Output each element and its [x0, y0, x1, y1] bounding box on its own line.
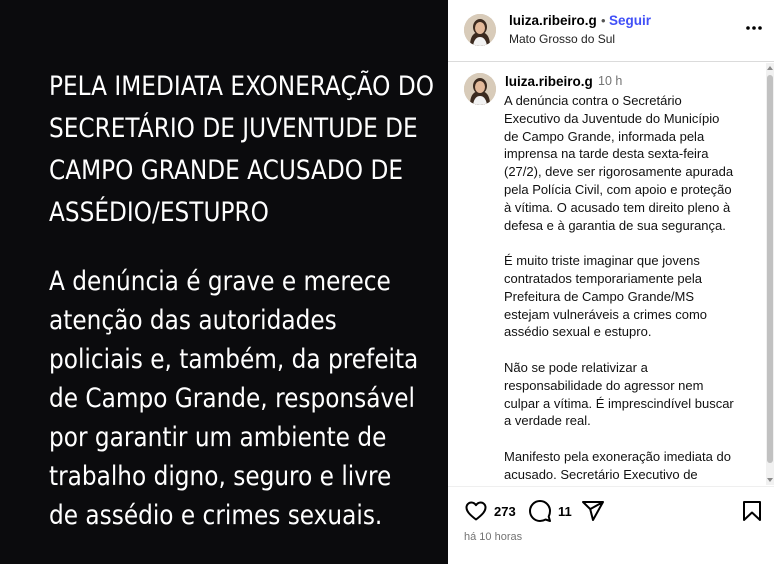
- body-line: por garantir um ambiente de: [49, 422, 387, 453]
- headline-line: CAMPO GRANDE ACUSADO DE: [49, 155, 403, 186]
- caption-text: A denúncia contra o Secretário Executivo…: [504, 92, 754, 485]
- header-username[interactable]: luiza.ribeiro.g: [509, 13, 597, 28]
- caption-line: pela Polícia Civil, com apoio e proteção: [504, 181, 732, 197]
- image-body-text: A denúncia é grave e merece atenção das …: [49, 262, 419, 535]
- share-icon[interactable]: [581, 499, 605, 523]
- post-time-ago[interactable]: há 10 horas: [464, 531, 522, 543]
- caption-line: responsabilidade do agressor nem: [504, 377, 704, 393]
- save-button[interactable]: [740, 499, 764, 528]
- caption-paragraph: Não se pode relativizar a responsabilida…: [504, 359, 754, 430]
- caption-line: culpar a vítima. É imprescindível buscar: [504, 395, 734, 411]
- headline-line: SECRETÁRIO DE JUVENTUDE DE: [49, 113, 418, 144]
- bookmark-icon[interactable]: [740, 499, 764, 523]
- caption-username[interactable]: luiza.ribeiro.g: [505, 74, 593, 89]
- headline-line: PELA IMEDIATA EXONERAÇÃO DO: [49, 71, 435, 102]
- body-line: trabalho digno, seguro e livre: [49, 461, 392, 492]
- caption-scrollbar[interactable]: [766, 63, 774, 485]
- caption-line: Prefeitura de Campo Grande/MS: [504, 288, 695, 304]
- caption-line: imprensa na tarde desta sexta-feira: [504, 146, 709, 162]
- comment-icon[interactable]: [528, 499, 552, 523]
- caption-line: É muito triste imaginar que jovens: [504, 253, 700, 269]
- body-line: de assédio e crimes sexuais.: [49, 500, 383, 531]
- caption-time[interactable]: 10 h: [598, 74, 622, 88]
- comment-button[interactable]: 11: [528, 499, 572, 523]
- heart-icon[interactable]: [464, 499, 488, 523]
- caption-line: acusado. Secretário Executivo de: [504, 466, 698, 482]
- avatar[interactable]: [464, 73, 496, 105]
- body-line: policiais e, também, da prefeita: [49, 344, 419, 375]
- body-line: A denúncia é grave e merece: [49, 266, 391, 297]
- caption-line: estejam vulneráveis a crimes como: [504, 306, 708, 322]
- caption-line: (27/2), deve ser rigorosamente apurada: [504, 164, 734, 180]
- post-image[interactable]: PELA IMEDIATA EXONERAÇÃO DO SECRETÁRIO D…: [0, 0, 448, 564]
- post-sidebar: luiza.ribeiro.g • Seguir Mato Grosso do …: [448, 0, 774, 564]
- caption-line: assédio sexual e estupro.: [504, 324, 652, 340]
- action-bar: 273 11 há 10 horas: [448, 486, 774, 564]
- body-line: de Campo Grande, responsável: [49, 383, 415, 414]
- caption-line: contratados temporariamente pela: [504, 270, 703, 286]
- caption-line: defesa e à garantia de sua segurança.: [504, 217, 726, 233]
- scrollbar-thumb[interactable]: [767, 75, 773, 463]
- follow-button[interactable]: Seguir: [609, 13, 651, 28]
- caption-line: A denúncia contra o Secretário: [504, 93, 682, 108]
- separator-dot: •: [601, 13, 606, 28]
- share-button[interactable]: [581, 499, 605, 523]
- caption-line: à vítima. O acusado tem direito pleno à: [504, 199, 731, 215]
- body-line: atenção das autoridades: [49, 305, 337, 336]
- caption-line: a verdade real.: [504, 413, 591, 429]
- more-horizontal-icon[interactable]: [744, 18, 764, 38]
- scroll-down-arrow-icon[interactable]: [767, 478, 773, 482]
- post-header: luiza.ribeiro.g • Seguir Mato Grosso do …: [448, 0, 774, 62]
- like-count[interactable]: 273: [494, 504, 516, 519]
- location-link[interactable]: Mato Grosso do Sul: [509, 32, 615, 46]
- scroll-up-arrow-icon[interactable]: [767, 66, 773, 70]
- caption-paragraph: Manifesto pela exoneração imediata do ac…: [504, 448, 754, 484]
- comment-count[interactable]: 11: [558, 504, 572, 519]
- headline-line: ASSÉDIO/ESTUPRO: [49, 197, 269, 228]
- caption-line: de Campo Grande, informada pela: [504, 128, 705, 144]
- caption-paragraph: A denúncia contra o Secretário Executivo…: [504, 92, 754, 234]
- like-button[interactable]: 273: [464, 499, 516, 523]
- avatar[interactable]: [464, 14, 496, 46]
- caption-area: luiza.ribeiro.g 10 h A denúncia contra o…: [448, 63, 774, 485]
- caption-line: Executivo da Juventude do Município: [504, 110, 720, 126]
- caption-paragraph: É muito triste imaginar que jovens contr…: [504, 252, 754, 341]
- caption-line: Não se pode relativizar a: [504, 359, 648, 375]
- image-headline: PELA IMEDIATA EXONERAÇÃO DO SECRETÁRIO D…: [49, 66, 435, 234]
- caption-line: Manifesto pela exoneração imediata do: [504, 448, 731, 464]
